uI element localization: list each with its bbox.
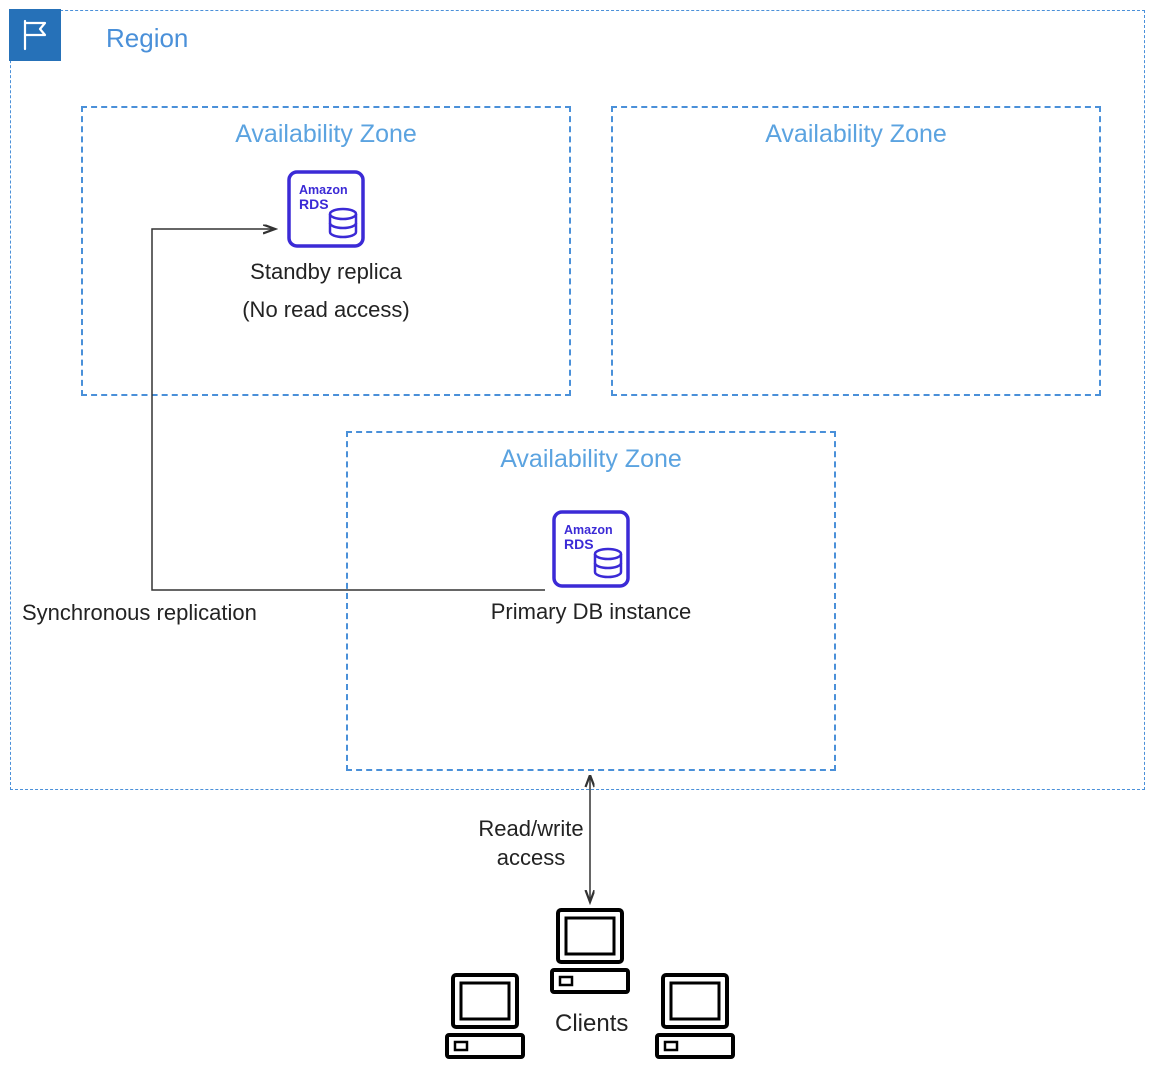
client-computer-icon — [540, 905, 640, 1000]
replication-label: Synchronous replication — [22, 600, 257, 626]
svg-text:RDS: RDS — [564, 536, 594, 552]
svg-text:Amazon: Amazon — [564, 523, 613, 537]
az-label: Availability Zone — [613, 108, 1099, 149]
rds-icon: Amazon RDS — [551, 509, 631, 589]
primary-caption: Primary DB instance — [348, 597, 834, 627]
az-label: Availability Zone — [348, 433, 834, 474]
readwrite-label: Read/write access — [461, 815, 601, 872]
availability-zone-primary: Availability Zone Amazon RDS Primary DB … — [346, 431, 836, 771]
client-computer-icon — [645, 970, 745, 1065]
rds-icon: Amazon RDS — [286, 169, 366, 249]
region-label: Region — [106, 23, 188, 54]
svg-text:Amazon: Amazon — [299, 183, 348, 197]
availability-zone-empty: Availability Zone — [611, 106, 1101, 396]
client-computer-icon — [435, 970, 535, 1065]
svg-text:RDS: RDS — [299, 196, 329, 212]
standby-caption-line2: (No read access) — [83, 295, 569, 325]
standby-caption-line1: Standby replica — [83, 257, 569, 287]
az-label: Availability Zone — [83, 108, 569, 149]
region-container: Region Availability Zone Amazon RDS Stan… — [10, 10, 1145, 790]
region-flag-icon — [9, 9, 61, 61]
availability-zone-standby: Availability Zone Amazon RDS Standby rep… — [81, 106, 571, 396]
clients-label: Clients — [555, 1010, 628, 1038]
